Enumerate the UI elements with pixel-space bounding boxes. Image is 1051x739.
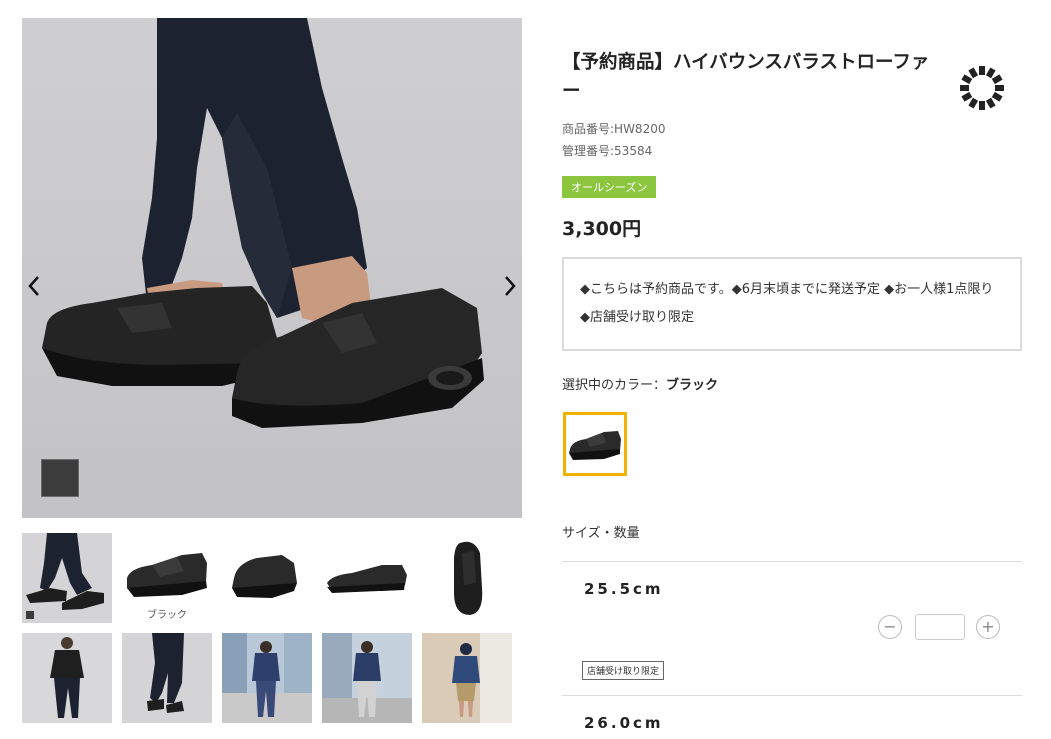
chevron-right-icon bbox=[505, 276, 516, 296]
thumbnail-photo bbox=[122, 633, 212, 723]
size-row-25-5: 25.5cm − + 店舗受け取り限定 bbox=[562, 561, 1022, 695]
color-swatch-black[interactable] bbox=[563, 412, 627, 476]
increase-quantity-button[interactable]: + bbox=[976, 615, 1000, 639]
thumbnail-photo bbox=[222, 633, 312, 723]
thumbnail-strip-main: ブラック bbox=[22, 533, 522, 623]
season-badge: オールシーズン bbox=[562, 176, 657, 198]
thumbnail-photo bbox=[22, 633, 112, 723]
thumbnail-caption: ブラック bbox=[147, 610, 187, 621]
size-row-26-0: 26.0cm bbox=[562, 695, 1022, 739]
size-label: 26.0cm bbox=[584, 714, 664, 732]
next-image-button[interactable] bbox=[498, 268, 522, 304]
store-pickup-badge: 店舗受け取り限定 bbox=[582, 661, 665, 680]
color-label-prefix: 選択中のカラー： bbox=[562, 378, 667, 393]
color-chip-mini bbox=[26, 611, 34, 619]
styling-thumbnail-4[interactable] bbox=[322, 633, 412, 723]
thumbnail-1[interactable] bbox=[22, 533, 112, 623]
thumbnail-2[interactable]: ブラック bbox=[122, 533, 212, 623]
swatch-shoe-photo bbox=[569, 431, 621, 460]
product-title: 【予約商品】ハイバウンスバラストローファー bbox=[562, 52, 930, 102]
styling-thumbnail-2[interactable] bbox=[122, 633, 212, 723]
thumbnail-strip-styling bbox=[22, 633, 522, 723]
chevron-left-icon bbox=[28, 276, 39, 296]
thumbnail-photo bbox=[454, 541, 483, 615]
size-label: 25.5cm bbox=[584, 580, 664, 598]
thumbnail-4[interactable] bbox=[322, 533, 412, 623]
main-product-image bbox=[22, 18, 522, 518]
product-meta: 商品番号:HW8200 管理番号:53584 bbox=[562, 118, 1022, 162]
thumbnail-photo bbox=[327, 565, 407, 593]
color-chip bbox=[41, 459, 79, 497]
selected-color-name: ブラック bbox=[666, 378, 719, 393]
decrease-quantity-button[interactable]: − bbox=[878, 615, 902, 639]
thumbnail-photo bbox=[22, 533, 112, 623]
styling-thumbnail-1[interactable] bbox=[22, 633, 112, 723]
styling-thumbnail-3[interactable] bbox=[222, 633, 312, 723]
thumbnail-5[interactable] bbox=[422, 533, 512, 623]
reservation-notice: ◆こちらは予約商品です。◆6月末頃までに発送予定 ◆お一人様1点限り ◆店舗受け… bbox=[562, 257, 1022, 351]
loading-spinner-icon bbox=[960, 66, 1004, 110]
thumbnail-photo bbox=[322, 633, 412, 723]
size-quantity-heading: サイズ・数量 bbox=[562, 526, 640, 541]
item-number: 商品番号:HW8200 bbox=[562, 122, 666, 136]
product-photo bbox=[22, 18, 522, 518]
quantity-stepper: − + bbox=[878, 614, 1000, 640]
thumbnail-photo bbox=[232, 555, 297, 598]
selected-color-label: 選択中のカラー：ブラック bbox=[562, 374, 1022, 393]
styling-thumbnail-5[interactable] bbox=[422, 633, 512, 723]
product-price: 3,300円 bbox=[562, 218, 642, 240]
product-info-panel: 【予約商品】ハイバウンスバラストローファー 商品番号:HW8200 管理番号:5… bbox=[562, 48, 1022, 739]
thumbnail-photo bbox=[422, 633, 512, 723]
quantity-input[interactable] bbox=[915, 614, 965, 640]
prev-image-button[interactable] bbox=[22, 268, 46, 304]
control-number: 管理番号:53584 bbox=[562, 144, 653, 158]
thumbnail-3[interactable] bbox=[222, 533, 312, 623]
